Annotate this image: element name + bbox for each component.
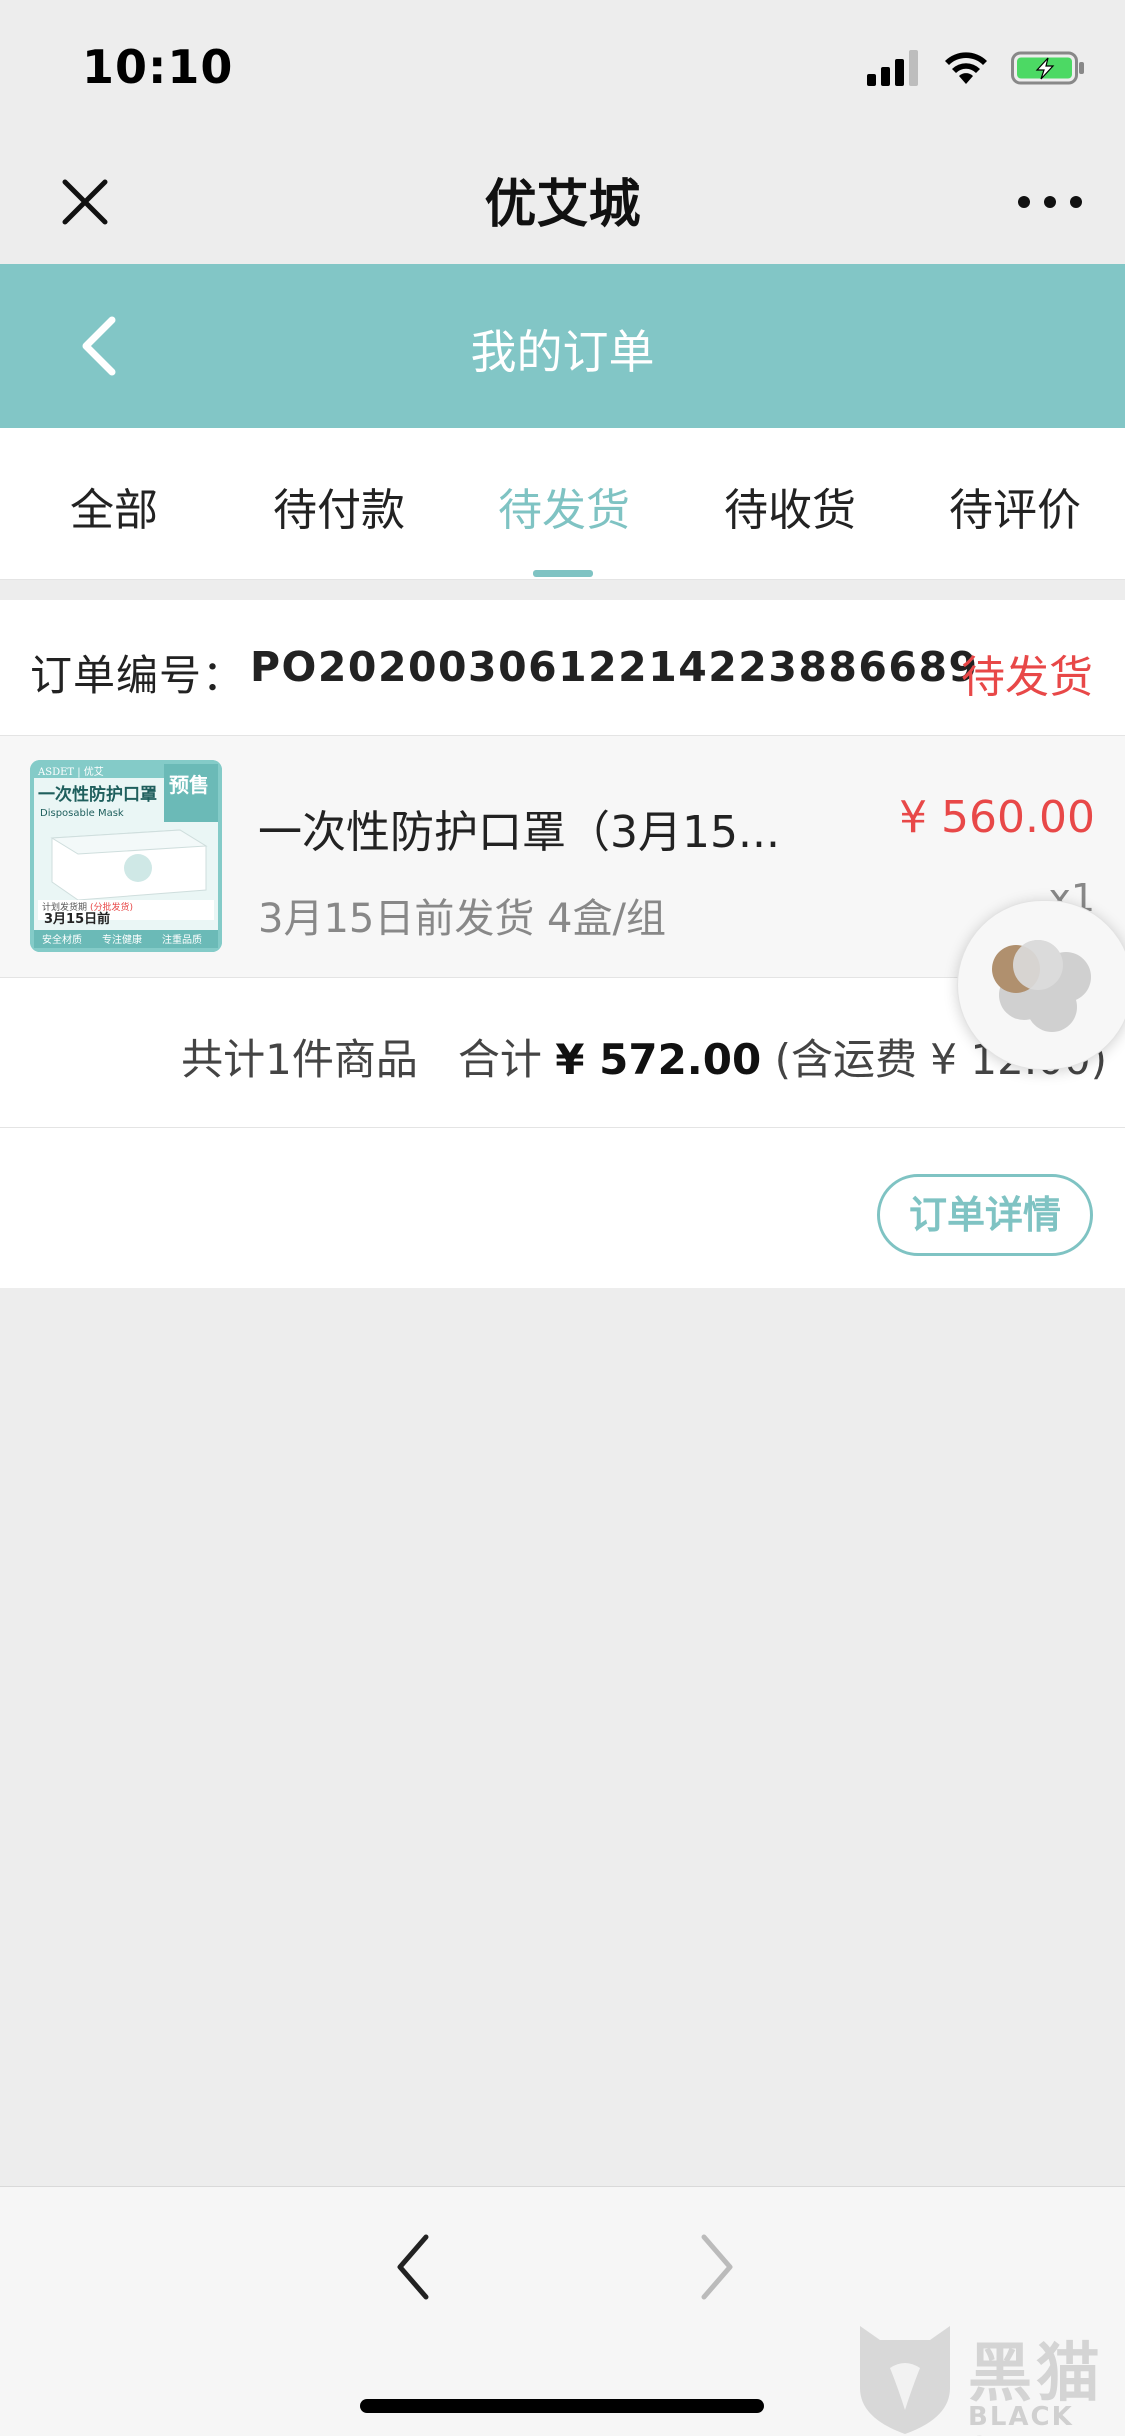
navigate-back-icon[interactable] [380, 2227, 450, 2307]
order-total: 共计1件商品 合计 ¥ 572.00 (含运费 ¥ 12.00) [0, 978, 1125, 1128]
title-bar: 优艾城 [0, 132, 1125, 264]
order-detail-button[interactable]: 订单详情 [877, 1174, 1093, 1256]
black-cat-logo-icon [860, 2326, 950, 2434]
svg-text:专注健康: 专注健康 [102, 933, 142, 946]
svg-text:注重品质: 注重品质 [162, 933, 202, 946]
tab-pending-review[interactable]: 待评价 [949, 474, 1081, 538]
active-tab-indicator [533, 570, 593, 577]
svg-text:3月15日前: 3月15日前 [44, 911, 110, 927]
product-price: ¥ 560.00 [899, 792, 1095, 843]
svg-text:ASDET | 优艾: ASDET | 优艾 [37, 765, 104, 778]
watermark-text-cn: 黑猫 [968, 2337, 1104, 2411]
order-tabs: 全部 待付款 待发货 待收货 待评价 [0, 428, 1125, 580]
product-name: 一次性防护口罩（3月15... [258, 807, 780, 858]
svg-text:一次性防护口罩: 一次性防护口罩 [38, 784, 157, 805]
total-label: 合计 [457, 1035, 542, 1084]
status-bar: 10:10 [0, 0, 1125, 132]
tab-pending-receipt[interactable]: 待收货 [724, 474, 856, 538]
watermark-text-en: BLACK CAT [968, 2402, 1074, 2436]
total-amount: ¥ 572.00 [555, 1035, 762, 1084]
svg-text:安全材质: 安全材质 [42, 933, 82, 946]
order-card: 订单编号： PO20200306122142238866​89 待发货 ASDE… [0, 600, 1125, 1288]
svg-text:预售: 预售 [169, 773, 209, 797]
watermark: 黑猫 BLACK CAT [850, 2318, 1125, 2436]
tab-pending-payment[interactable]: 待付款 [273, 474, 405, 538]
total-count: 共计1件商品 [181, 1035, 418, 1084]
product-description: 3月15日前发货 4盒/组 [258, 896, 666, 942]
app-title: 优艾城 [484, 175, 641, 235]
order-header: 订单编号： PO20200306122142238866​89 待发货 [0, 600, 1125, 736]
order-total-text: 共计1件商品 合计 ¥ 572.00 (含运费 ¥ 12.00) [181, 1026, 1107, 1087]
svg-text:Disposable Mask: Disposable Mask [40, 808, 124, 819]
more-icon[interactable] [1010, 172, 1090, 232]
tab-all[interactable]: 全部 [70, 474, 158, 538]
floating-assistant-button[interactable] [957, 900, 1125, 1070]
page-title: 我的订单 [470, 325, 655, 379]
order-number-label: 订单编号： [30, 651, 246, 700]
product-thumbnail: ASDET | 优艾 预售 一次性防护口罩 Disposable Mask 计划… [30, 760, 222, 952]
order-number: PO20200306122142238866​89 [250, 643, 979, 691]
status-time: 10:10 [82, 40, 234, 94]
flower-logo-icon [992, 940, 1091, 1032]
battery-charging-icon [1011, 51, 1084, 85]
signal-icon [867, 50, 918, 86]
home-indicator [360, 2399, 764, 2413]
order-item[interactable]: ASDET | 优艾 预售 一次性防护口罩 Disposable Mask 计划… [0, 736, 1125, 978]
order-status: 待发货 [961, 652, 1093, 703]
page-header: 我的订单 [0, 264, 1125, 428]
navigate-forward-icon[interactable] [680, 2227, 750, 2307]
status-icons [867, 48, 1085, 88]
tab-pending-shipment[interactable]: 待发货 [498, 474, 630, 538]
wifi-icon [945, 52, 987, 84]
